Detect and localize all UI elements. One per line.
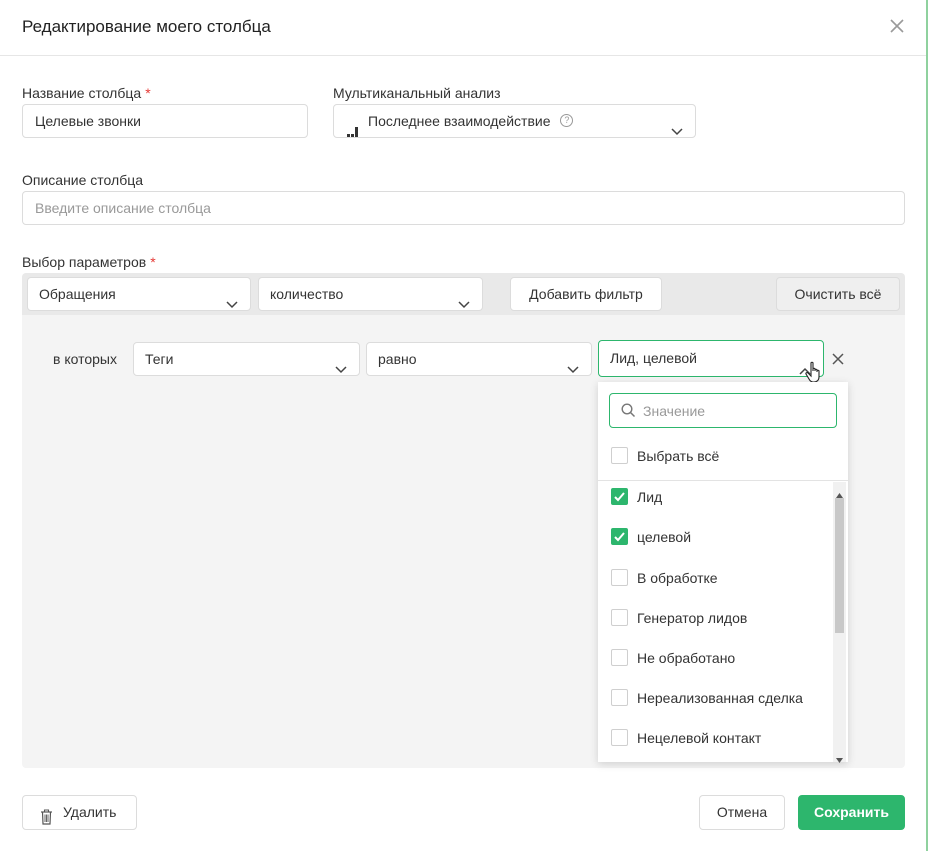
metric-select[interactable]: количество [258,277,483,311]
chevron-down-icon [458,289,470,309]
option-label: В обработке [637,570,718,586]
option-checkbox[interactable] [611,569,628,586]
column-name-label-text: Название столбца [22,85,142,101]
save-button[interactable]: Сохранить [798,795,905,830]
column-name-input[interactable]: Целевые звонки [22,104,308,138]
option-label: Не обработано [637,650,736,666]
option-label: Нецелевой контакт [637,730,762,746]
clear-all-button[interactable]: Очистить всё [776,277,900,311]
required-mark: * [145,85,151,101]
check-icon [614,492,625,502]
chevron-down-icon [567,354,579,374]
value-dropdown: Значение Выбрать всё Лид целевой В обраб… [598,382,848,763]
chevron-down-icon [335,354,347,374]
dialog-header: Редактирование моего столбца [0,0,926,56]
add-filter-button[interactable]: Добавить фильтр [510,277,662,311]
chevron-down-icon [671,116,683,136]
description-placeholder: Введите описание столбца [35,200,211,216]
select-all-label: Выбрать всё [637,448,720,464]
option-checkbox[interactable] [611,528,628,545]
trash-icon [40,804,53,825]
signal-bars-icon [347,116,359,137]
dropdown-divider [598,480,848,481]
delete-button[interactable]: Удалить [22,795,137,830]
check-icon [614,532,625,542]
remove-filter-icon[interactable] [831,352,845,366]
option-checkbox[interactable] [611,729,628,746]
option-checkbox[interactable] [611,488,628,505]
required-mark: * [150,254,156,270]
option-checkbox[interactable] [611,649,628,666]
scroll-down-icon[interactable] [836,750,843,766]
option-label: Нереализованная сделка [637,690,803,706]
filter-value-text: Лид, целевой [610,350,697,366]
description-label: Описание столбца [22,172,144,188]
delete-label: Удалить [63,804,117,820]
multichannel-select[interactable]: Последнее взаимодействие ? [333,104,696,138]
dropdown-scrollbar[interactable] [833,482,846,763]
params-toolbar: Обращения количество Добавить фильтр Очи… [22,273,905,315]
select-all-checkbox[interactable] [611,447,628,464]
filter-prefix: в которых [53,351,117,367]
dialog-title: Редактирование моего столбца [22,17,271,36]
option-checkbox[interactable] [611,609,628,626]
column-name-label: Название столбца * [22,85,151,101]
option-label: Лид [637,489,663,505]
dropdown-search-input[interactable]: Значение [609,393,837,428]
cancel-button[interactable]: Отмена [699,795,785,830]
search-placeholder: Значение [643,403,706,419]
column-name-value: Целевые звонки [35,113,141,129]
entity-select-value: Обращения [39,286,116,302]
filter-field-select[interactable]: Теги [133,342,360,376]
multichannel-value: Последнее взаимодействие [368,113,551,129]
filter-operator-value: равно [378,351,417,367]
scroll-thumb[interactable] [835,498,844,633]
description-input[interactable]: Введите описание столбца [22,191,905,225]
multichannel-label: Мультиканальный анализ [333,85,501,101]
chevron-down-icon [226,289,238,309]
metric-select-value: количество [270,286,344,302]
option-label: Генератор лидов [637,610,748,626]
option-label: целевой [637,529,692,545]
filter-value-select[interactable]: Лид, целевой [598,340,824,377]
close-icon[interactable] [888,15,906,37]
help-icon[interactable]: ? [560,113,574,127]
params-label-text: Выбор параметров [22,254,147,270]
params-label: Выбор параметров * [22,254,156,270]
search-icon [621,403,636,418]
filter-field-value: Теги [145,351,174,367]
option-checkbox[interactable] [611,689,628,706]
entity-select[interactable]: Обращения [27,277,251,311]
filter-operator-select[interactable]: равно [366,342,592,376]
